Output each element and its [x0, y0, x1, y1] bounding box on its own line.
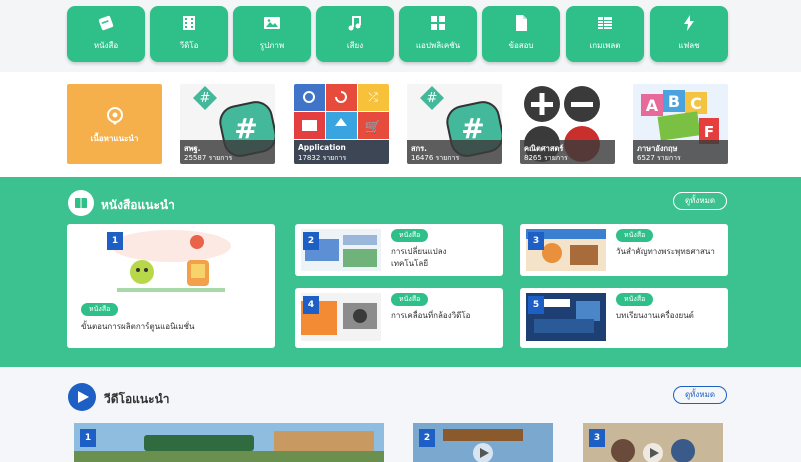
svg-text:⤮: ⤮ [368, 90, 378, 104]
top-nav-bar: หนังสือ วีดิโอ รูปภาพ เสียง แอปพลิเคชัน … [0, 0, 801, 72]
books-section: หนังสือแนะนำ ดูทั้งหมด 1 หนังสือ ขั้นตอน… [0, 177, 801, 367]
category-count: 8265 รายการ [524, 154, 568, 162]
video-card-1[interactable]: 1 [74, 423, 384, 462]
category-title: Application [298, 143, 346, 152]
rank-badge: 2 [419, 429, 435, 447]
category-tile-obec[interactable]: # # สพฐ. 25587 รายการ [180, 84, 275, 164]
video-section-icon [68, 383, 96, 411]
book-icon [75, 198, 87, 208]
category-badge: หนังสือ [616, 293, 654, 306]
category-count: 25587 รายการ [184, 154, 233, 162]
book-card-1[interactable]: 1 หนังสือ ขั้นตอนการผลิตการ์ตูนแอนิเมชั่… [67, 224, 275, 348]
nav-button-audio[interactable]: เสียง [316, 6, 394, 62]
book-cover-animation [107, 224, 235, 294]
svg-text:A: A [646, 96, 659, 115]
category-tile-english[interactable]: A B C F ภาษาอังกฤษ 6527 รายการ [633, 84, 728, 164]
videos-view-all-button[interactable]: ดูทั้งหมด [673, 386, 727, 404]
book-card-3[interactable]: 3 หนังสือ วันสำคัญทางพระพุทธศาสนา [520, 224, 728, 276]
badge-icon [107, 107, 123, 125]
nav-button-applications[interactable]: แอปพลิเคชัน [399, 6, 477, 62]
book-title: บทเรียนงานเครื่องยนต์ [616, 311, 694, 320]
books-view-all-button[interactable]: ดูทั้งหมด [673, 192, 727, 210]
nav-button-books[interactable]: หนังสือ [67, 6, 145, 62]
nav-label: แอปพลิเคชัน [415, 41, 461, 50]
nav-label: เกมเพลต [589, 41, 621, 50]
category-caption: สกร. 16476 รายการ [407, 140, 502, 164]
nav-label: หนังสือ [93, 41, 119, 50]
category-tile-application[interactable]: ⤮ 🛒 Application 17832 รายการ [294, 84, 389, 164]
book-icon [98, 15, 114, 31]
nav-button-templates[interactable]: เกมเพลต [566, 6, 644, 62]
category-caption: Application 17832 รายการ [294, 140, 389, 164]
nav-button-videos[interactable]: วีดิโอ [150, 6, 228, 62]
category-caption: คณิตศาสตร์ 8265 รายการ [520, 140, 615, 164]
lightning-icon [684, 15, 694, 31]
category-tile-onie[interactable]: # # สกร. 16476 รายการ [407, 84, 502, 164]
nav-button-exams[interactable]: ข้อสอบ [482, 6, 560, 62]
svg-text:🛒: 🛒 [365, 119, 381, 135]
book-title: ขั้นตอนการผลิตการ์ตูนแอนิเมชั่น [81, 322, 195, 331]
video-thumbnail [74, 423, 384, 462]
nav-button-flash[interactable]: แฟลช [650, 6, 728, 62]
table-icon [598, 17, 612, 29]
book-card-4[interactable]: 4 หนังสือ การเคลื่อนที่กล้องวิดีโอ [295, 288, 503, 348]
svg-text:#: # [427, 91, 438, 106]
nav-label: แฟลช [678, 41, 700, 50]
category-caption: ภาษาอังกฤษ 6527 รายการ [633, 140, 728, 164]
videos-section-title: วีดีโอแนะนำ [104, 392, 170, 406]
category-badge: หนังสือ [81, 303, 119, 316]
book-title: การเปลี่ยนแปลงเทคโนโลยี [391, 247, 447, 268]
book-title: การเคลื่อนที่กล้องวิดีโอ [391, 311, 471, 320]
play-icon [78, 391, 89, 403]
book-card-5[interactable]: 5 หนังสือ บทเรียนงานเครื่องยนต์ [520, 288, 728, 348]
music-note-icon [348, 16, 361, 31]
svg-text:F: F [704, 123, 714, 141]
books-section-title: หนังสือแนะนำ [101, 198, 175, 212]
video-card-2[interactable]: 2 [413, 423, 553, 462]
video-card-3[interactable]: 3 [583, 423, 723, 462]
category-tile-featured[interactable]: เนื้อหาแนะนำ [67, 84, 162, 164]
category-badge: หนังสือ [616, 229, 654, 242]
nav-label: เสียง [346, 41, 364, 50]
category-count: 6527 รายการ [637, 154, 681, 162]
rank-badge: 1 [80, 429, 96, 447]
svg-text:#: # [200, 91, 211, 106]
nav-label: รูปภาพ [259, 41, 285, 50]
rank-badge: 3 [528, 232, 544, 250]
rank-badge: 4 [303, 296, 319, 314]
nav-label: วีดิโอ [179, 41, 199, 50]
category-count: 16476 รายการ [411, 154, 460, 162]
image-icon [264, 17, 280, 29]
rank-badge: 2 [303, 232, 319, 250]
svg-text:C: C [690, 94, 702, 113]
category-badge: หนังสือ [391, 293, 429, 306]
document-icon [516, 15, 527, 31]
book-title: วันสำคัญทางพระพุทธศาสนา [616, 247, 715, 256]
film-icon [183, 16, 195, 30]
category-badge: หนังสือ [391, 229, 429, 242]
rank-badge: 3 [589, 429, 605, 447]
videos-section: วีดีโอแนะนำ ดูทั้งหมด 1 2 3 [0, 367, 801, 462]
book-card-2[interactable]: 2 หนังสือ การเปลี่ยนแปลงเทคโนโลยี [295, 224, 503, 276]
category-caption: สพฐ. 25587 รายการ [180, 140, 275, 164]
category-count: 17832 รายการ [298, 154, 347, 162]
nav-label: ข้อสอบ [508, 41, 534, 50]
rank-badge: 5 [528, 296, 544, 314]
rank-badge: 1 [107, 232, 123, 250]
category-tile-math[interactable]: คณิตศาสตร์ 8265 รายการ [520, 84, 615, 164]
apps-grid-icon [431, 16, 445, 30]
book-section-icon [68, 190, 94, 216]
category-title: เนื้อหาแนะนำ [90, 134, 139, 143]
svg-text:B: B [668, 92, 680, 111]
nav-button-images[interactable]: รูปภาพ [233, 6, 311, 62]
